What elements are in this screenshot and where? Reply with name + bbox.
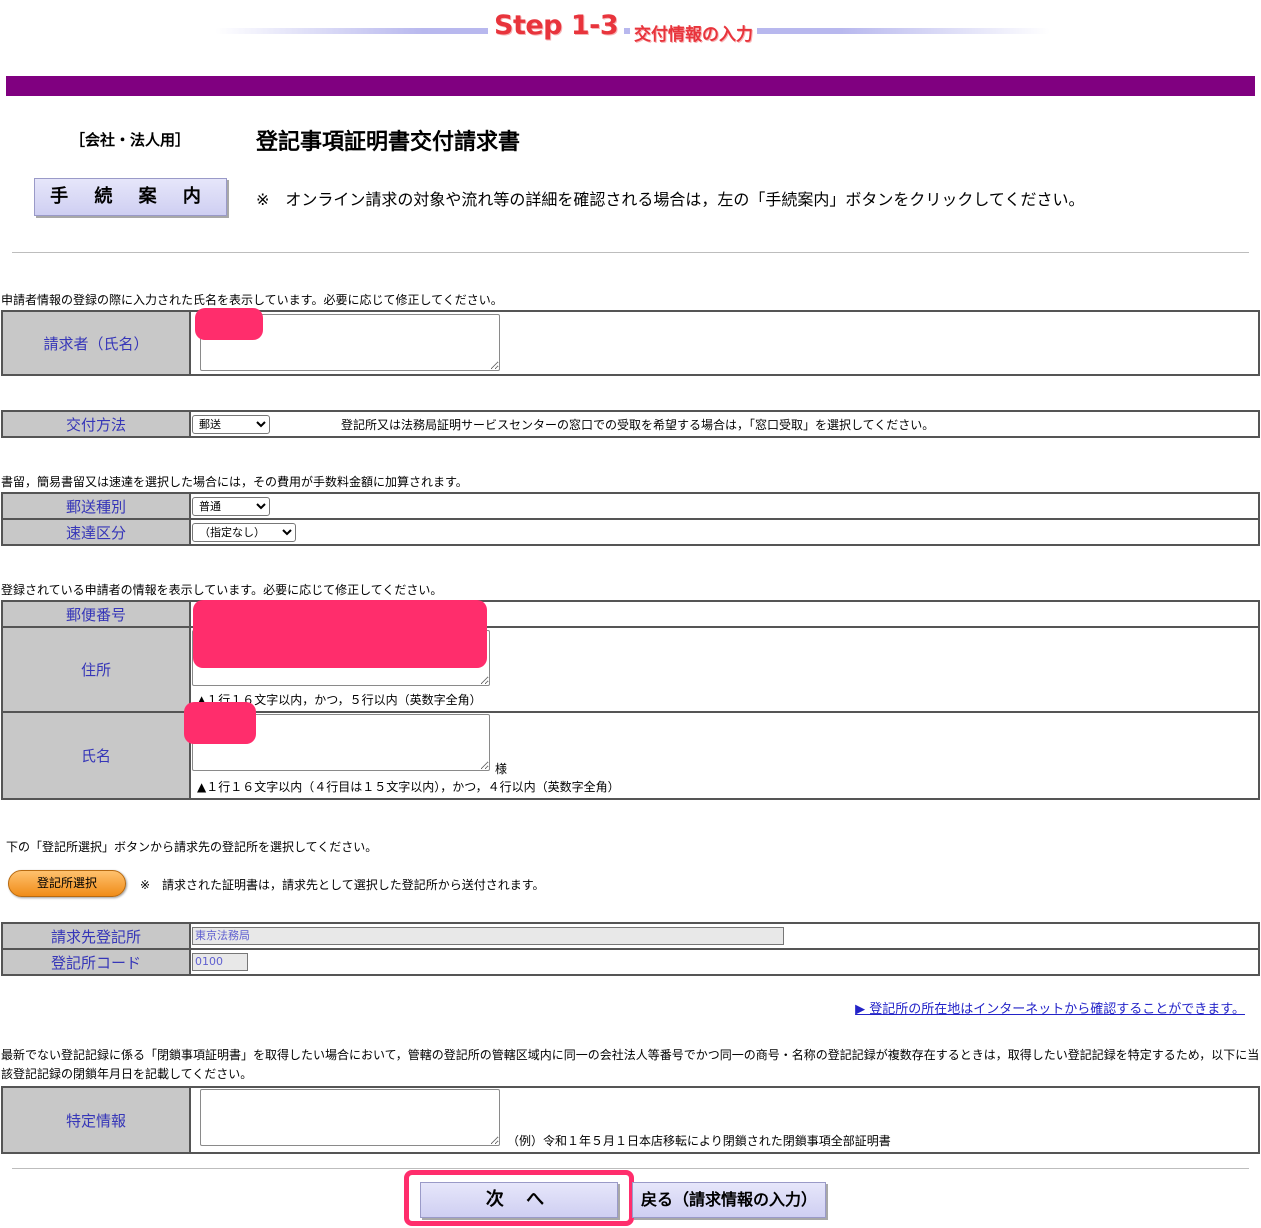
office-code-field: 0100 [192,953,248,971]
express-label: 速達区分 [1,518,191,546]
dest-office-label: 請求先登記所 [1,922,191,950]
mail-type-select[interactable]: 普通 [192,497,270,516]
applicant-table: 郵便番号 住所 ▲１行１６文字以内，かつ，５行以内（英数字全角） 氏名 様 ▲１… [1,600,1260,800]
specific-cell: （例）令和１年５月１日本店移転により閉鎖された閉鎖事項全部証明書 [189,1086,1260,1154]
office-table: 請求先登記所 東京法務局 登記所コード 0100 [1,922,1260,976]
mail-note: 書留，簡易書留又は速達を選択した場合には，その費用が手数料金額に加算されます。 [1,475,468,489]
form-type-label: ［会社・法人用］ [70,131,191,149]
step-number: Step 1-3 [488,10,625,41]
dest-office-field: 東京法務局 [192,927,784,945]
specific-example: （例）令和１年５月１日本店移転により閉鎖された閉鎖事項全部証明書 [507,1134,891,1148]
postal-label: 郵便番号 [1,600,191,628]
office-note: 下の「登記所選択」ボタンから請求先の登記所を選択してください。 [6,840,378,854]
guide-note: ※ オンライン請求の対象や流れ等の詳細を確認される場合は，左の「手続案内」ボタン… [256,190,1085,209]
dest-office-cell: 東京法務局 [189,922,1260,950]
requester-cell [189,308,1260,376]
specific-note: 最新でない登記記録に係る「閉鎖事項証明書」を取得したい場合において，管轄の登記所… [1,1048,1260,1081]
requester-label: 請求者（氏名） [1,310,191,376]
redaction-mark [193,600,487,668]
delivery-hint: 登記所又は法務局証明サービスセンターの窓口での受取を希望する場合は，「窓口受取」… [341,418,935,432]
back-button[interactable]: 戻る（請求情報の入力） [632,1182,826,1218]
delivery-label: 交付方法 [1,410,191,438]
delivery-cell: 郵送 登記所又は法務局証明サービスセンターの窓口での受取を希望する場合は，「窓口… [189,410,1260,438]
specific-textarea[interactable] [200,1089,500,1146]
office-code-label: 登記所コード [1,948,191,976]
office-location-link[interactable]: ▶ 登記所の所在地はインターネットから確認することができます。 [855,998,1245,1017]
office-select-note: ※ 請求された証明書は，請求先として選択した登記所から送付されます。 [140,878,545,892]
applicant-note: 登録されている申請者の情報を表示しています。必要に応じて修正してください。 [1,583,443,597]
express-select[interactable]: （指定なし） [192,523,296,542]
address-label: 住所 [1,626,191,713]
name-cell: 様 ▲１行１６文字以内（４行目は１５文字以内），かつ，４行以内（英数字全角） [189,711,1260,800]
divider [12,1168,1249,1169]
specific-table: 特定情報 （例）令和１年５月１日本店移転により閉鎖された閉鎖事項全部証明書 [1,1086,1260,1154]
step-title: 交付情報の入力 [630,20,757,45]
guide-button[interactable]: 手 続 案 内 [34,178,227,216]
mail-type-label: 郵送種別 [1,492,191,520]
next-button[interactable]: 次 へ [420,1182,618,1218]
requester-table: 請求者（氏名） [1,308,1260,376]
specific-label: 特定情報 [1,1086,191,1154]
name-label: 氏名 [1,711,191,800]
page-title: 登記事項証明書交付請求書 [256,130,521,155]
redaction-mark [195,308,263,340]
delivery-method-select[interactable]: 郵送 [192,415,270,434]
redaction-mark [184,702,256,744]
delivery-table: 交付方法 郵送 登記所又は法務局証明サービスセンターの窓口での受取を希望する場合… [1,410,1260,438]
header-bar [6,76,1255,96]
office-select-button[interactable]: 登記所選択 [8,870,126,897]
office-code-cell: 0100 [189,948,1260,976]
requester-note: 申請者情報の登録の際に入力された氏名を表示しています。必要に応じて修正してくださ… [1,293,503,307]
name-suffix: 様 [495,762,508,776]
mail-type-cell: 普通 [189,492,1260,520]
name-hint: ▲１行１６文字以内（４行目は１５文字以内），かつ，４行以内（英数字全角） [197,780,620,794]
mail-table: 郵送種別 普通 速達区分 （指定なし） [1,492,1260,546]
divider [12,252,1249,253]
express-cell: （指定なし） [189,518,1260,546]
